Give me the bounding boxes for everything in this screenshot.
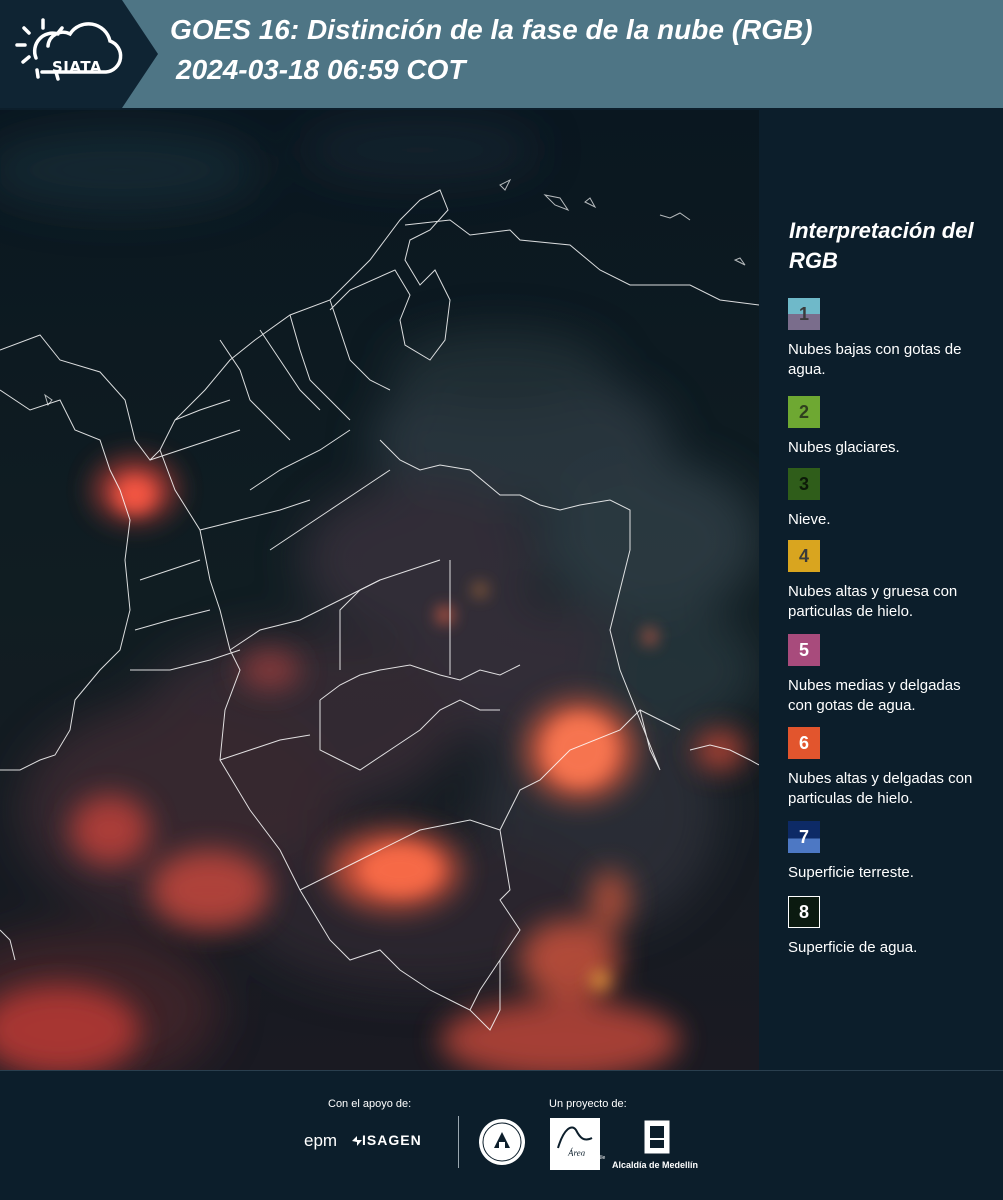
- legend-label-2: Nubes glaciares.: [788, 439, 900, 456]
- legend-swatch-2: 2: [788, 396, 820, 428]
- legend-title: Interpretación del RGB: [789, 218, 974, 273]
- legend-label-6: Nubes altas y delgadas con particulas de…: [788, 770, 973, 807]
- isagen-logo: ISAGEN: [362, 1132, 422, 1148]
- siata-logo: SIATA: [14, 14, 126, 94]
- legend-swatch-6: 6: [788, 727, 820, 759]
- legend-swatch-8: 8: [788, 896, 820, 928]
- legend-label-8: Superficie de agua.: [788, 939, 918, 956]
- epm-logo: epm: [304, 1131, 338, 1150]
- satellite-map[interactable]: [0, 110, 759, 1070]
- legend-label-7: Superficie terreste.: [788, 864, 914, 881]
- alcaldia-text: Alcaldía de Medellín: [612, 1160, 699, 1170]
- legend-number-3: 3: [798, 473, 809, 494]
- legend-item-3: 3 Nieve.: [788, 468, 988, 530]
- legend-swatch-5: 5: [788, 634, 820, 666]
- area-metropolitana-text: METROPOLITANA Valle de Aburrá: [551, 1155, 606, 1167]
- legend-number-7: 7: [798, 826, 809, 847]
- timestamp: 2024-03-18 06:59 COT: [176, 54, 466, 85]
- siata-logo-text: SIATA: [52, 58, 103, 76]
- page-title: GOES 16: Distinción de la fase de la nub…: [170, 14, 813, 45]
- legend-item-7: 7 Superficie terreste.: [788, 821, 988, 883]
- legend-number-1: 1: [798, 303, 809, 324]
- legend-item-5: 5 Nubes medias y delgadas con gotas de a…: [788, 634, 988, 716]
- rgb-satellite-image: [0, 110, 759, 1070]
- legend-number-5: 5: [798, 639, 809, 660]
- footer-separator: [0, 1070, 1003, 1071]
- project-label: Un proyecto de:: [549, 1098, 627, 1110]
- support-label: Con el apoyo de:: [328, 1098, 412, 1110]
- legend-label-3: Nieve.: [788, 511, 831, 528]
- alcaldia-shield-icon: [643, 1119, 671, 1155]
- legend-number-6: 6: [798, 732, 809, 753]
- legend-number-2: 2: [798, 401, 809, 422]
- legend-label-1: Nubes bajas con gotas de agua.: [788, 341, 962, 378]
- legend-number-8: 8: [798, 901, 809, 922]
- legend-item-2: 2 Nubes glaciares.: [788, 396, 988, 458]
- legend-label-4: Nubes altas y gruesa con particulas de h…: [788, 583, 958, 620]
- legend-swatch-3: 3: [788, 468, 820, 500]
- legend-swatch-1: 1: [788, 298, 820, 330]
- legend-item-4: 4 Nubes altas y gruesa con particulas de…: [788, 540, 988, 622]
- university-seal-icon: [479, 1119, 525, 1165]
- legend-swatch-7: 7: [788, 821, 820, 853]
- legend-item-6: 6 Nubes altas y delgadas con particulas …: [788, 727, 988, 809]
- sun-cloud-icon: [15, 18, 123, 81]
- legend-item-8: 8 Superficie de agua.: [788, 896, 988, 958]
- legend-item-1: 1 Nubes bajas con gotas de agua.: [788, 298, 988, 380]
- footer: Con el apoyo de: Un proyecto de: epm ISA…: [0, 1070, 1003, 1200]
- legend-swatch-4: 4: [788, 540, 820, 572]
- legend-number-4: 4: [798, 545, 809, 566]
- footer-divider: [458, 1116, 459, 1168]
- legend-label-5: Nubes medias y delgadas con gotas de agu…: [788, 677, 961, 714]
